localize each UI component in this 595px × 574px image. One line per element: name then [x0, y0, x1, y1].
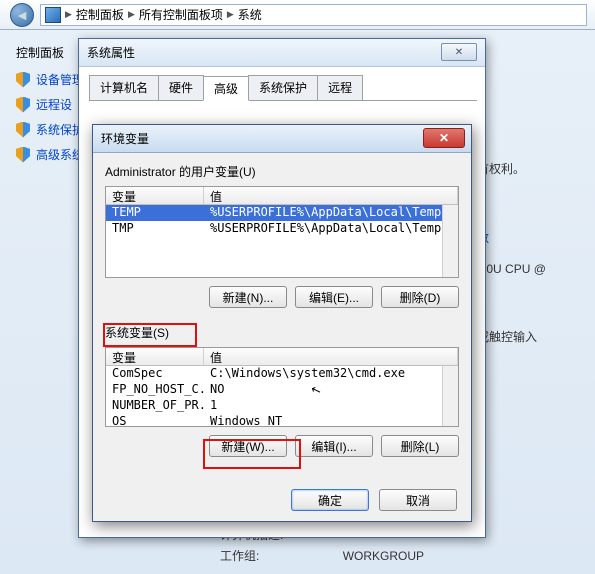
shield-icon [16, 97, 30, 113]
breadcrumb-item[interactable]: 所有控制面板项 [139, 6, 223, 23]
var-name: TEMP [106, 205, 204, 221]
user-vars-buttons: 新建(N)... 编辑(E)... 删除(D) [105, 286, 459, 308]
breadcrumb-item[interactable]: 系统 [238, 6, 262, 23]
scrollbar[interactable] [442, 205, 458, 277]
workgroup-label: 工作组: [220, 549, 259, 563]
new-user-var-button[interactable]: 新建(N)... [209, 286, 287, 308]
user-vars-label: Administrator 的用户变量(U) [105, 163, 459, 180]
sidebar-item-label: 系统保护 [36, 121, 84, 138]
delete-sys-var-button[interactable]: 删除(L) [381, 435, 459, 457]
list-item[interactable]: TEMP %USERPROFILE%\AppData\Local\Temp [106, 205, 458, 221]
list-header[interactable]: 变量 值 [106, 348, 458, 366]
edit-sys-var-button[interactable]: 编辑(I)... [295, 435, 373, 457]
tab-system-protection[interactable]: 系统保护 [248, 75, 318, 100]
list-item[interactable]: FP_NO_HOST_C... NO [106, 382, 458, 398]
user-vars-list[interactable]: 变量 值 TEMP %USERPROFILE%\AppData\Local\Te… [105, 186, 459, 278]
close-button[interactable]: ✕ [423, 128, 465, 148]
var-value: NO [204, 382, 458, 398]
breadcrumb[interactable]: ▶ 控制面板 ▶ 所有控制面板项 ▶ 系统 [40, 4, 587, 26]
cancel-button[interactable]: 取消 [379, 489, 457, 511]
shield-icon [16, 147, 30, 163]
col-value[interactable]: 值 [204, 187, 458, 204]
sys-vars-label: 系统变量(S) [105, 324, 459, 341]
var-value: 1 [204, 398, 458, 414]
chevron-right-icon: ▶ [227, 9, 234, 20]
tab-strip: 计算机名 硬件 高级 系统保护 远程 [89, 75, 477, 101]
chevron-right-icon: ▶ [65, 9, 72, 20]
list-item[interactable]: TMP %USERPROFILE%\AppData\Local\Temp [106, 221, 458, 237]
var-value: %USERPROFILE%\AppData\Local\Temp [204, 221, 458, 237]
col-value[interactable]: 值 [204, 348, 458, 365]
new-sys-var-button[interactable]: 新建(W)... [209, 435, 287, 457]
explorer-toolbar: ◄ ▶ 控制面板 ▶ 所有控制面板项 ▶ 系统 [0, 0, 595, 30]
shield-icon [16, 122, 30, 138]
window-title: 环境变量 [101, 130, 149, 147]
sidebar-item-label: 高级系统 [36, 146, 84, 163]
var-name: FP_NO_HOST_C... [106, 382, 204, 398]
var-name: ComSpec [106, 366, 204, 382]
col-variable[interactable]: 变量 [106, 348, 204, 365]
scrollbar[interactable] [442, 366, 458, 426]
var-value: Windows_NT [204, 414, 458, 427]
tab-hardware[interactable]: 硬件 [158, 75, 204, 100]
ok-button[interactable]: 确定 [291, 489, 369, 511]
system-vars-list[interactable]: 变量 值 ComSpec C:\Windows\system32\cmd.exe… [105, 347, 459, 427]
shield-icon [16, 72, 30, 88]
list-item[interactable]: OS Windows_NT [106, 414, 458, 427]
col-variable[interactable]: 变量 [106, 187, 204, 204]
sidebar-item-label: 远程设 [36, 96, 72, 113]
dialog-buttons: 确定 取消 [291, 489, 457, 511]
titlebar[interactable]: 系统属性 ✕ [79, 39, 485, 67]
var-value: %USERPROFILE%\AppData\Local\Temp [204, 205, 458, 221]
tab-computer-name[interactable]: 计算机名 [89, 75, 159, 100]
breadcrumb-item[interactable]: 控制面板 [76, 6, 124, 23]
var-name: OS [106, 414, 204, 427]
list-header[interactable]: 变量 值 [106, 187, 458, 205]
var-value: C:\Windows\system32\cmd.exe [204, 366, 458, 382]
sidebar-item-label: 设备管理 [36, 71, 84, 88]
var-name: TMP [106, 221, 204, 237]
environment-variables-dialog: 环境变量 ✕ Administrator 的用户变量(U) 变量 值 TEMP … [92, 124, 472, 522]
workgroup-value: WORKGROUP [343, 549, 424, 563]
list-item[interactable]: NUMBER_OF_PR... 1 [106, 398, 458, 414]
titlebar[interactable]: 环境变量 ✕ [93, 125, 471, 153]
system-vars-buttons: 新建(W)... 编辑(I)... 删除(L) [105, 435, 459, 457]
delete-user-var-button[interactable]: 删除(D) [381, 286, 459, 308]
var-name: NUMBER_OF_PR... [106, 398, 204, 414]
list-item[interactable]: ComSpec C:\Windows\system32\cmd.exe [106, 366, 458, 382]
nav-back-button[interactable]: ◄ [10, 3, 34, 27]
edit-user-var-button[interactable]: 编辑(E)... [295, 286, 373, 308]
window-title: 系统属性 [87, 44, 135, 61]
close-button[interactable]: ✕ [441, 43, 477, 61]
chevron-right-icon: ▶ [128, 9, 135, 20]
control-panel-icon [45, 7, 61, 23]
tab-remote[interactable]: 远程 [317, 75, 363, 100]
tab-advanced[interactable]: 高级 [203, 76, 249, 101]
